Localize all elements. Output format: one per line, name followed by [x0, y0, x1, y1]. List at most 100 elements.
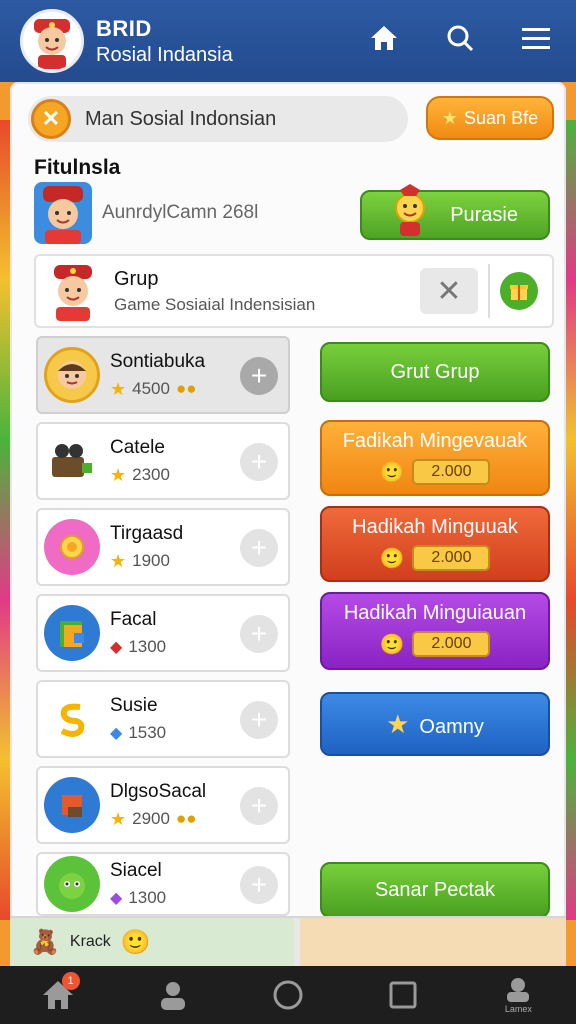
game-list-item[interactable]: Facal ◆ 1300 + [36, 594, 290, 672]
box-icon [44, 777, 100, 833]
price-tag: 2.000 [412, 459, 491, 485]
coin-icon: ●● [175, 809, 197, 828]
nav-account-label: Lamex [504, 1004, 532, 1014]
gem-icon: ◆ [110, 725, 123, 742]
add-button[interactable]: + [240, 443, 278, 481]
oamny-button[interactable]: ★ Oamny [320, 692, 550, 756]
mascot-icon: 🙂 [120, 928, 151, 956]
offer-button[interactable]: Hadikah Minguiauan 🙂 2.000 [320, 592, 550, 670]
offer-label: Hadikah Minguuak [352, 516, 518, 538]
section-title: Fitulnsla [34, 156, 121, 179]
notification-badge: 1 [61, 972, 80, 990]
game-list-item[interactable]: Catele ★ 2300 + [36, 422, 290, 500]
game-list-item[interactable]: Tirgaasd ★ 1900 + [36, 508, 290, 586]
boy-avatar-icon [54, 265, 92, 321]
decorative-side-right [566, 120, 576, 920]
star-icon: ★ [110, 378, 127, 399]
game-list-item[interactable]: Sontiabuka ★ 4500 ●● + [36, 336, 290, 414]
book-icon [44, 605, 100, 661]
game-name: Sontiabuka [110, 350, 206, 372]
nav-account[interactable]: Lamex [488, 976, 548, 1014]
game-score: 2900 [132, 809, 170, 828]
bottom-label: Krack [69, 933, 111, 950]
game-name: Facal [110, 609, 157, 630]
game-name: Susie [110, 695, 158, 716]
add-button[interactable]: + [240, 615, 278, 653]
game-score: 1300 [128, 888, 167, 907]
nav-square[interactable] [373, 980, 433, 1010]
mascot-icon [395, 184, 425, 236]
game-list-item[interactable]: Susie ◆ 1530 + [36, 680, 290, 758]
star-icon: ★ [110, 808, 127, 829]
account-icon [507, 978, 530, 1002]
mascot-icon: 🙂 [379, 547, 405, 570]
game-name: Siacel [110, 860, 162, 881]
feature-row: AunrdylCamn 268l Purasie [34, 180, 554, 246]
gem-icon: ◆ [110, 639, 123, 656]
game-list-item[interactable]: Siacel ◆ 1300 + [36, 852, 290, 916]
boy-avatar-icon [34, 19, 70, 69]
nav-home[interactable]: 1 [28, 972, 88, 1012]
bottom-navbar: 1 Lamex [0, 966, 576, 1024]
bottom-banner[interactable]: 🧸 Krack 🙂 [10, 918, 294, 966]
app-header: BRID Rosial Indansia [0, 0, 576, 82]
grut-grup-label: Grut Grup [390, 361, 480, 383]
sanar-pectak-label: Sanar Pectak [374, 879, 496, 901]
grut-grup-button[interactable]: Grut Grup [320, 342, 550, 402]
suan-button[interactable]: ★ Suan Bfe [426, 96, 554, 140]
game-name: DlgsoSacal [110, 780, 207, 802]
nav-circle[interactable] [258, 979, 318, 1011]
bottom-banner-right[interactable] [300, 918, 566, 966]
search-icon[interactable] [444, 22, 476, 54]
profile-avatar[interactable] [20, 9, 84, 73]
add-button[interactable]: + [240, 357, 278, 395]
star-icon: ★ [110, 550, 127, 571]
oamny-label: Oamny [419, 716, 484, 738]
star-icon: ★ [110, 464, 127, 485]
add-button[interactable]: + [240, 866, 278, 904]
monster-icon [44, 856, 100, 912]
feature-text: AunrdylCamn 268l [102, 202, 259, 223]
face-icon [44, 347, 100, 403]
search-input[interactable]: Man Sosial Indonsian [85, 108, 276, 131]
close-icon[interactable]: ✕ [420, 268, 478, 314]
square-icon [389, 981, 417, 1009]
game-name: Tirgaasd [110, 522, 184, 544]
game-score: 1900 [132, 551, 170, 570]
add-button[interactable]: + [240, 787, 278, 825]
home-icon[interactable] [368, 22, 400, 54]
divider [488, 264, 490, 318]
nav-profile[interactable] [143, 979, 203, 1011]
gift-icon[interactable] [500, 272, 538, 310]
offer-button[interactable]: Fadikah Mingevauak 🙂 2.000 [320, 420, 550, 496]
close-icon[interactable]: ✕ [31, 99, 71, 139]
decorative-side-left [0, 120, 10, 920]
star-icon: ★ [386, 709, 410, 739]
boy-avatar-icon [34, 182, 92, 244]
add-button[interactable]: + [240, 701, 278, 739]
menu-icon[interactable] [520, 22, 552, 54]
sanar-pectak-button[interactable]: Sanar Pectak [320, 862, 550, 918]
coin-icon: ●● [175, 379, 197, 398]
game-score: 4500 [132, 379, 170, 398]
star-icon: ★ [441, 107, 459, 128]
search-bar[interactable]: ✕ Man Sosial Indonsian [28, 96, 408, 142]
purasie-button[interactable]: Purasie [360, 184, 550, 240]
circle-icon [273, 980, 303, 1010]
mascot-icon: 🙂 [379, 633, 405, 656]
suan-button-label: Suan Bfe [464, 107, 539, 128]
person-icon [160, 982, 185, 1010]
game-score: 1530 [128, 723, 167, 742]
offer-button[interactable]: Hadikah Minguuak 🙂 2.000 [320, 506, 550, 582]
game-name: Catele [110, 436, 165, 458]
group-title: Grup [114, 267, 159, 290]
group-row[interactable]: Grup Game Sosiaial Indensisian ✕ [34, 254, 554, 328]
group-subtitle: Game Sosiaial Indensisian [114, 294, 316, 314]
flower-icon [44, 519, 100, 575]
game-list-item[interactable]: DlgsoSacal ★ 2900 ●● + [36, 766, 290, 844]
add-button[interactable]: + [240, 529, 278, 567]
game-score: 2300 [132, 465, 170, 484]
camera-icon [44, 433, 100, 489]
price-tag: 2.000 [412, 545, 491, 571]
gem-icon: ◆ [110, 890, 123, 907]
